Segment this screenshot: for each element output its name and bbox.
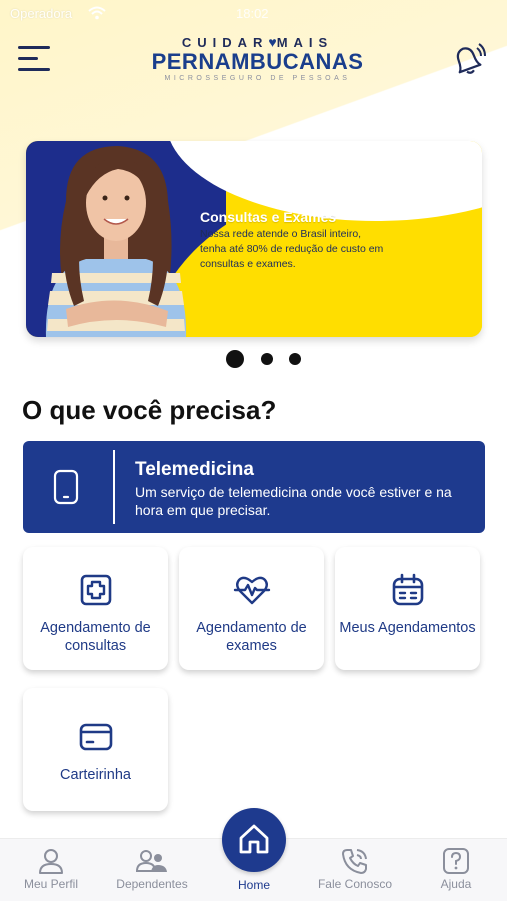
- carousel-dot-active[interactable]: [226, 350, 244, 368]
- heart-icon: ♥: [268, 34, 277, 50]
- tile-meus-agendamentos[interactable]: Meus Agendamentos: [335, 547, 480, 670]
- home-icon: [239, 824, 269, 854]
- tile-label: Meus Agendamentos: [339, 620, 476, 636]
- nav-ajuda[interactable]: Ajuda: [411, 839, 501, 901]
- nav-label: Fale Conosco: [317, 877, 393, 891]
- menu-icon[interactable]: [18, 44, 52, 74]
- calendar-icon: [392, 573, 424, 606]
- telemedicina-card[interactable]: Telemedicina Um serviço de telemedicina …: [23, 441, 485, 533]
- medical-cross-icon: [80, 574, 112, 606]
- logo-top-left: CUIDAR: [181, 35, 269, 50]
- banner-person-image: [45, 146, 187, 337]
- app-header: CUIDAR♥MAIS PERNAMBUCANAS MICROSSEGURO D…: [0, 28, 507, 100]
- logo-top-right: MAIS: [276, 35, 334, 50]
- status-carrier: Operadora: [10, 6, 73, 21]
- nav-meu-perfil[interactable]: Meu Perfil: [6, 839, 96, 901]
- nav-dependentes[interactable]: Dependentes: [107, 839, 197, 901]
- tile-agendamento-consultas[interactable]: Agendamento de consultas: [23, 547, 168, 670]
- smartphone-icon: [53, 469, 79, 505]
- phone-call-icon: [342, 849, 367, 874]
- group-icon: [135, 850, 167, 872]
- status-time: 18:02: [236, 6, 269, 21]
- telemedicina-description: Um serviço de telemedicina onde você est…: [135, 484, 452, 518]
- logo-main: PERNAMBUCANAS: [151, 49, 364, 74]
- logo-subtitle: MICROSSEGURO DE PESSOAS: [164, 75, 351, 82]
- notification-bell-icon[interactable]: [448, 40, 488, 80]
- promo-banner[interactable]: Consultas e Exames Nossa rede atende o B…: [26, 141, 482, 337]
- section-title: O que você precisa?: [22, 395, 277, 425]
- user-icon: [39, 849, 63, 874]
- banner-text: Nossa rede atende o Brasil inteiro, tenh…: [200, 228, 384, 270]
- nav-home[interactable]: [222, 808, 286, 872]
- nav-home-label: Home: [237, 878, 270, 892]
- brand-logo: CUIDAR♥MAIS PERNAMBUCANAS MICROSSEGURO D…: [150, 34, 365, 94]
- telemedicina-divider: [113, 450, 115, 524]
- carousel-dot[interactable]: [261, 353, 273, 365]
- telemedicina-title: Telemedicina: [135, 459, 254, 480]
- logo-top-line: CUIDAR♥MAIS: [150, 34, 365, 50]
- status-bar: Operadora 18:02: [0, 0, 507, 28]
- tile-label: Agendamento de consultas: [40, 620, 151, 654]
- tile-label: Agendamento de exames: [196, 620, 307, 654]
- card-icon: [79, 723, 113, 751]
- banner-title: Consultas e Exames: [200, 209, 337, 225]
- nav-label: Dependentes: [116, 877, 188, 891]
- carousel-dot[interactable]: [289, 353, 301, 365]
- nav-fale-conosco[interactable]: Fale Conosco: [310, 839, 400, 901]
- nav-label: Meu Perfil: [23, 877, 79, 891]
- tile-carteirinha[interactable]: Carteirinha: [23, 688, 168, 811]
- heartbeat-icon: [233, 576, 271, 605]
- help-icon: [443, 848, 469, 874]
- tile-label: Carteirinha: [60, 767, 131, 783]
- wifi-icon: [88, 6, 106, 20]
- nav-label: Ajuda: [440, 877, 472, 891]
- tile-agendamento-exames[interactable]: Agendamento de exames: [179, 547, 324, 670]
